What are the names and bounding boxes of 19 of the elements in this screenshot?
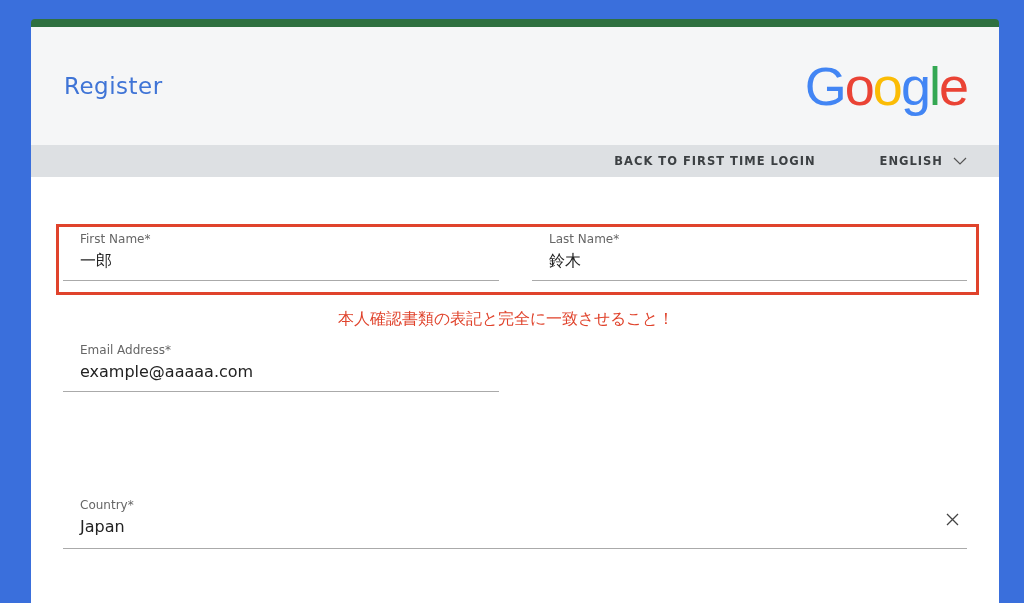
- language-dropdown[interactable]: ENGLISH: [879, 154, 967, 168]
- country-field[interactable]: Country* Japan: [63, 493, 967, 549]
- page-title: Register: [64, 73, 163, 99]
- field-label: Country*: [80, 498, 134, 512]
- name-field[interactable]: Last Name* 鈴木: [532, 227, 967, 281]
- field-value: example@aaaaa.com: [80, 362, 254, 381]
- field-value: 鈴木: [549, 251, 581, 272]
- name-field[interactable]: First Name* 一郎: [63, 227, 499, 281]
- annotation-text: 本人確認書類の表記と完全に一致させること！: [338, 309, 674, 328]
- field-label: Last Name*: [549, 232, 620, 246]
- close-icon[interactable]: [946, 513, 959, 526]
- field-value: 一郎: [80, 251, 112, 272]
- field-value: Japan: [80, 517, 125, 536]
- chevron-down-icon: [953, 157, 967, 165]
- email-field[interactable]: Email Address* example@aaaaa.com: [63, 338, 499, 392]
- field-label: Email Address*: [80, 343, 171, 357]
- field-label: First Name*: [80, 232, 151, 246]
- nav-link[interactable]: BACK TO FIRST TIME LOGIN: [614, 154, 816, 168]
- logo: Google: [804, 55, 967, 117]
